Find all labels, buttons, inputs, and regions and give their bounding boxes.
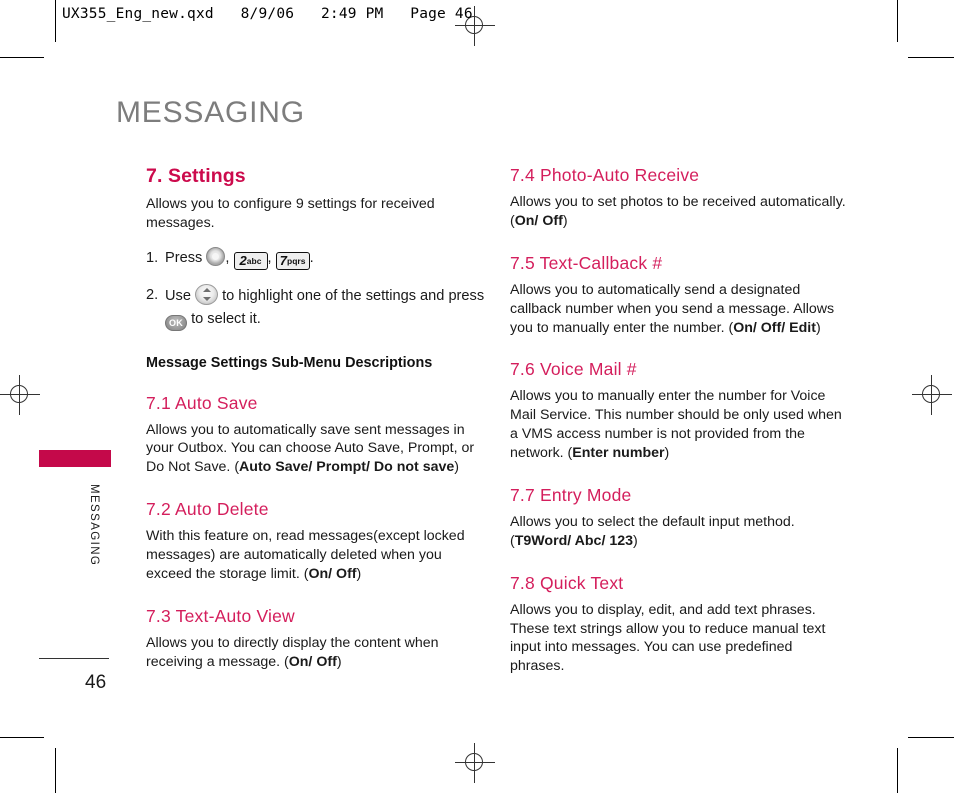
step-text-post: to select it. — [191, 310, 261, 327]
subsection-body-voice-mail: Allows you to manually enter the number … — [510, 387, 850, 463]
body-options: On/ Off — [514, 212, 563, 229]
crop-mark-top-left-horizontal — [0, 57, 44, 58]
body-options: On/ Off — [288, 653, 337, 670]
body-options: On/ Off — [308, 565, 357, 582]
crop-mark-top-right-horizontal — [908, 57, 954, 58]
body-tail: ) — [664, 445, 670, 461]
body-tail: ) — [336, 653, 342, 670]
subsection-title-text-auto-view: 7.3 Text-Auto View — [146, 605, 295, 626]
body-options: Enter number — [572, 445, 665, 461]
crop-mark-top-left-vertical — [55, 0, 56, 42]
crop-mark-bottom-left-horizontal — [0, 737, 44, 738]
subsection-title-voice-mail: 7.6 Voice Mail # — [510, 359, 637, 380]
key-2abc-icon: 2abc — [233, 251, 268, 271]
subsection-title-photo-auto-receive: 7.4 Photo-Auto Receive — [510, 165, 700, 185]
registration-mark-left — [0, 375, 40, 415]
subsection-title-auto-save: 7.1 Auto Save — [146, 392, 258, 413]
subsection-body-text-callback: Allows you to automatically send a desig… — [510, 281, 850, 338]
navigation-key-icon — [195, 284, 219, 306]
body-options: T9Word/ Abc/ 123 — [514, 532, 633, 549]
crop-mark-bottom-right-horizontal — [908, 737, 954, 738]
left-column: 7. Settings Allows you to configure 9 se… — [146, 165, 486, 676]
file-info-slug: UX355_Eng_new.qxd 8/9/06 2:49 PM Page 46 — [62, 6, 473, 22]
subsection-body-quick-text: Allows you to display, edit, and add tex… — [510, 601, 850, 677]
subsection-body-photo-auto-receive: Allows you to set photos to be received … — [510, 193, 850, 231]
crop-mark-top-right-vertical — [897, 0, 898, 42]
section-title-settings: 7. Settings — [146, 165, 246, 187]
chapter-side-label: MESSAGING — [88, 484, 100, 567]
body-tail: ) — [454, 459, 459, 476]
step-item-2: 2. Use to highlight one of the settings … — [146, 284, 486, 331]
ok-key-icon: OK — [165, 314, 187, 331]
crop-mark-bottom-right-vertical — [897, 748, 898, 793]
page-number: 46 — [85, 672, 107, 693]
menu-key-icon — [206, 246, 226, 266]
subsection-title-auto-delete: 7.2 Auto Delete — [146, 499, 269, 520]
body-plain: Allows you to manually enter the number … — [510, 388, 842, 461]
step-item-1: 1. Press , 2abc, 7pqrs. — [146, 246, 486, 271]
subsection-title-text-callback: 7.5 Text-Callback # — [510, 252, 663, 273]
body-plain: With this feature on, read messages(exce… — [146, 528, 465, 582]
body-options: Auto Save/ Prompt/ Do not save — [239, 459, 455, 476]
body-tail: ) — [356, 565, 362, 582]
subsection-title-quick-text: 7.8 Quick Text — [510, 572, 624, 593]
registration-mark-bottom — [455, 743, 495, 783]
submenu-descriptions-heading: Message Settings Sub-Menu Descriptions — [146, 354, 433, 371]
key-7pqrs-icon: 7pqrs — [275, 251, 310, 271]
step-number: 1. — [146, 249, 159, 266]
page-title: MESSAGING — [116, 96, 305, 129]
registration-mark-right — [912, 375, 952, 415]
comma-separator-1: , — [225, 249, 230, 266]
body-plain: Allows you to display, edit, and add tex… — [510, 601, 826, 675]
subsection-title-entry-mode: 7.7 Entry Mode — [510, 484, 632, 505]
body-tail: ) — [562, 212, 568, 229]
step-text-pre: Use — [165, 288, 191, 305]
subsection-body-auto-delete: With this feature on, read messages(exce… — [146, 527, 486, 584]
step-text-pre: Press — [165, 249, 203, 266]
crop-mark-bottom-left-vertical — [55, 748, 56, 793]
subsection-body-auto-save: Allows you to automatically save sent me… — [146, 421, 486, 478]
subsection-body-text-auto-view: Allows you to directly display the conte… — [146, 634, 486, 672]
step-text-mid: to highlight one of the settings and pre… — [222, 288, 485, 305]
subsection-body-entry-mode: Allows you to select the default input m… — [510, 513, 850, 551]
body-options: On/ Off/ Edit — [733, 319, 816, 336]
right-column: 7.4 Photo-Auto Receive Allows you to set… — [510, 165, 850, 680]
page-number-rule — [39, 658, 109, 659]
step-number: 2. — [146, 287, 159, 304]
section-intro-text: Allows you to configure 9 settings for r… — [146, 196, 435, 231]
chapter-tab-marker — [39, 450, 111, 467]
comma-separator-2: , — [267, 249, 272, 266]
body-tail: ) — [633, 532, 638, 549]
instruction-steps: 1. Press , 2abc, 7pqrs. 2. Use to highli… — [146, 246, 486, 331]
step-text-post: . — [309, 249, 314, 266]
body-tail: ) — [815, 319, 821, 336]
